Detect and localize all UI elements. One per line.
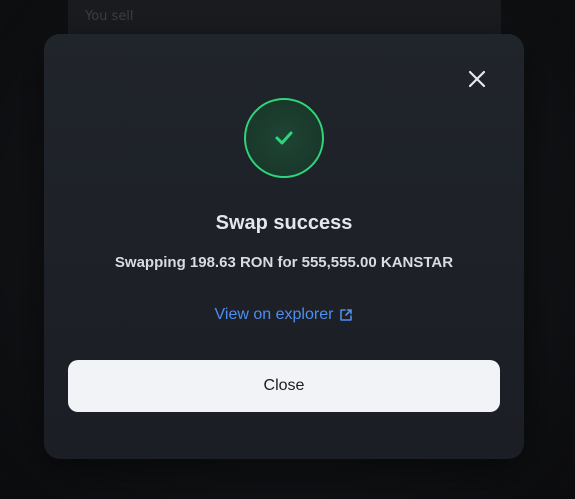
swap-summary: Swapping 198.63 RON for 555,555.00 KANST… <box>114 254 454 271</box>
success-badge <box>244 98 324 178</box>
close-icon[interactable] <box>466 68 488 90</box>
close-button[interactable]: Close <box>68 360 500 412</box>
swap-success-modal: Swap success Swapping 198.63 RON for 555… <box>44 34 524 459</box>
explorer-link-label: View on explorer <box>214 306 334 323</box>
view-on-explorer-link[interactable]: View on explorer <box>44 306 524 324</box>
external-link-icon <box>340 309 353 321</box>
modal-title: Swap success <box>215 212 353 234</box>
checkmark-icon <box>275 131 293 145</box>
you-sell-label: You sell <box>85 9 134 24</box>
